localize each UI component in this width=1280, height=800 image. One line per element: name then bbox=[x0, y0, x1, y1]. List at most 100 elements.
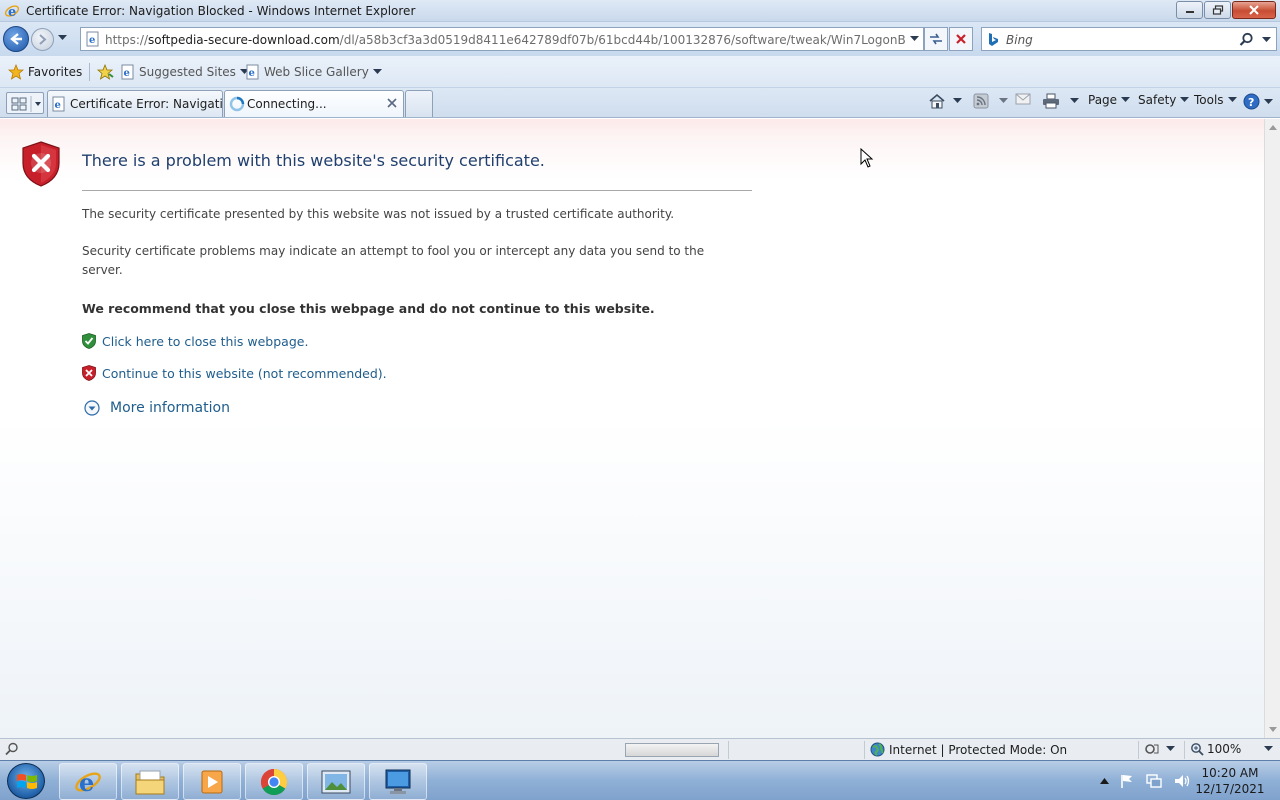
security-warning-text: Security certificate problems may indica… bbox=[82, 244, 705, 277]
protected-mode-gear-icon bbox=[1145, 744, 1159, 754]
taskbar-windows-explorer[interactable] bbox=[121, 763, 179, 800]
quick-tabs-button[interactable] bbox=[6, 92, 44, 114]
zoom-level-button[interactable]: 100% bbox=[1190, 742, 1274, 756]
back-button[interactable] bbox=[3, 26, 29, 52]
taskbar-picture-viewer[interactable] bbox=[307, 763, 365, 800]
title-bar: e Certificate Error: Navigation Blocked … bbox=[0, 0, 1280, 22]
title-divider bbox=[82, 190, 752, 191]
action-center-flag-icon[interactable] bbox=[1119, 773, 1135, 789]
scroll-up-arrow-icon[interactable] bbox=[1269, 125, 1277, 130]
web-slice-gallery-button[interactable]: e Web Slice Gallery bbox=[246, 64, 382, 80]
close-tab-icon[interactable] bbox=[387, 98, 397, 108]
protected-mode-settings-button[interactable] bbox=[1144, 742, 1175, 756]
forward-button[interactable] bbox=[31, 28, 54, 51]
windows-taskbar: e 10:20 AM 12/17/2021 bbox=[0, 760, 1280, 800]
address-bar[interactable]: e https://softpedia-secure-download.com/… bbox=[80, 27, 924, 51]
safety-menu[interactable]: Safety bbox=[1138, 93, 1190, 107]
safety-menu-chevron-down-icon bbox=[1180, 97, 1190, 102]
close-webpage-link[interactable]: Click here to close this webpage. bbox=[82, 333, 308, 349]
recent-pages-chevron-down-icon[interactable] bbox=[58, 35, 67, 41]
home-button[interactable] bbox=[928, 93, 962, 109]
print-button[interactable] bbox=[1042, 93, 1079, 109]
web-slice-gallery-page-icon: e bbox=[246, 64, 259, 80]
printer-icon bbox=[1043, 93, 1059, 109]
system-tray bbox=[1100, 773, 1191, 789]
close-webpage-link-text[interactable]: Click here to close this webpage. bbox=[102, 334, 308, 349]
search-options-chevron-down-icon[interactable] bbox=[1262, 37, 1271, 43]
suggested-sites-label: Suggested Sites bbox=[139, 65, 236, 79]
zoom-magnifier-icon bbox=[1191, 743, 1204, 756]
loading-spinner-icon bbox=[229, 96, 245, 112]
protected-mode-chevron-down-icon bbox=[1166, 746, 1175, 751]
clock-time: 10:20 AM bbox=[1201, 766, 1259, 780]
expand-chevron-down-icon bbox=[84, 400, 100, 416]
start-button[interactable] bbox=[7, 763, 45, 799]
status-separator bbox=[1184, 741, 1185, 759]
forward-arrow-icon bbox=[39, 34, 47, 45]
media-player-icon bbox=[201, 770, 223, 793]
windows-logo-icon bbox=[17, 774, 37, 789]
refresh-button[interactable] bbox=[924, 27, 948, 51]
picture-viewer-icon bbox=[321, 770, 351, 793]
tab-label: Certificate Error: Navigatio... bbox=[70, 97, 223, 111]
tab-bar: e Certificate Error: Navigatio... Connec… bbox=[0, 88, 1280, 118]
green-shield-check-icon bbox=[82, 333, 96, 349]
error-shield-icon bbox=[22, 141, 60, 187]
add-to-favorites-bar-button[interactable] bbox=[96, 64, 114, 80]
bing-icon bbox=[989, 33, 998, 46]
page-menu-chevron-down-icon bbox=[1121, 97, 1131, 102]
add-favorite-star-icon bbox=[96, 64, 114, 80]
page-menu[interactable]: Page bbox=[1088, 93, 1131, 107]
favorites-button[interactable]: Favorites bbox=[8, 64, 82, 80]
help-button[interactable]: ? bbox=[1243, 93, 1273, 110]
search-icon[interactable] bbox=[1239, 32, 1254, 47]
restore-icon bbox=[1212, 5, 1223, 15]
status-separator bbox=[1138, 741, 1139, 759]
tab-certificate-error[interactable]: e Certificate Error: Navigatio... bbox=[47, 90, 223, 117]
volume-speaker-icon[interactable] bbox=[1173, 773, 1191, 789]
continue-to-website-link[interactable]: Continue to this website (not recommende… bbox=[82, 365, 387, 381]
taskbar-media-player[interactable] bbox=[183, 763, 241, 800]
ie-logo-icon: e bbox=[4, 5, 20, 19]
svg-text:e: e bbox=[8, 5, 16, 19]
page-icon: e bbox=[86, 31, 99, 47]
suggested-sites-button[interactable]: e Suggested Sites bbox=[121, 64, 249, 80]
folder-icon bbox=[135, 770, 165, 794]
tools-menu[interactable]: Tools bbox=[1194, 93, 1237, 107]
tools-menu-chevron-down-icon bbox=[1227, 97, 1237, 102]
page-menu-label: Page bbox=[1088, 93, 1118, 107]
search-box[interactable]: Bing bbox=[981, 27, 1277, 51]
security-zone[interactable]: Internet | Protected Mode: On bbox=[870, 742, 1067, 757]
tab-label: Connecting... bbox=[247, 97, 327, 111]
continue-link-text[interactable]: Continue to this website (not recommende… bbox=[102, 366, 387, 381]
taskbar-clock[interactable]: 10:20 AM 12/17/2021 bbox=[1195, 765, 1265, 797]
close-window-button[interactable] bbox=[1232, 1, 1276, 19]
search-placeholder: Bing bbox=[1006, 33, 1033, 47]
status-search-icon bbox=[5, 742, 18, 756]
zoom-level-text: 100% bbox=[1207, 742, 1242, 756]
new-tab-button[interactable] bbox=[405, 90, 433, 117]
tab-connecting[interactable]: Connecting... bbox=[224, 90, 404, 117]
vertical-scrollbar[interactable] bbox=[1264, 119, 1280, 738]
favorites-bar: Favorites e Suggested Sites e Web Slice … bbox=[0, 56, 1280, 88]
read-mail-button[interactable] bbox=[1015, 93, 1031, 105]
taskbar-remote-desktop[interactable] bbox=[369, 763, 427, 800]
chrome-icon bbox=[260, 768, 288, 795]
feeds-button[interactable] bbox=[973, 93, 1008, 109]
red-shield-x-icon bbox=[82, 365, 96, 381]
taskbar-internet-explorer[interactable]: e bbox=[59, 763, 117, 800]
window-title: Certificate Error: Navigation Blocked - … bbox=[26, 4, 416, 18]
stop-button[interactable] bbox=[949, 27, 973, 51]
more-information-toggle[interactable]: More information bbox=[84, 400, 230, 416]
scroll-down-arrow-icon[interactable] bbox=[1269, 727, 1277, 732]
svg-text:e: e bbox=[124, 68, 130, 79]
show-hidden-icons-chevron-up-icon[interactable] bbox=[1100, 778, 1109, 784]
zoom-chevron-down-icon bbox=[1264, 746, 1274, 751]
url-text[interactable]: https://softpedia-secure-download.com/dl… bbox=[105, 33, 905, 47]
taskbar-chrome[interactable] bbox=[245, 763, 303, 800]
address-dropdown-chevron-down-icon[interactable] bbox=[910, 36, 919, 42]
status-separator bbox=[864, 741, 865, 759]
network-icon[interactable] bbox=[1145, 773, 1163, 789]
restore-button[interactable] bbox=[1204, 1, 1231, 19]
minimize-button[interactable] bbox=[1176, 1, 1203, 19]
